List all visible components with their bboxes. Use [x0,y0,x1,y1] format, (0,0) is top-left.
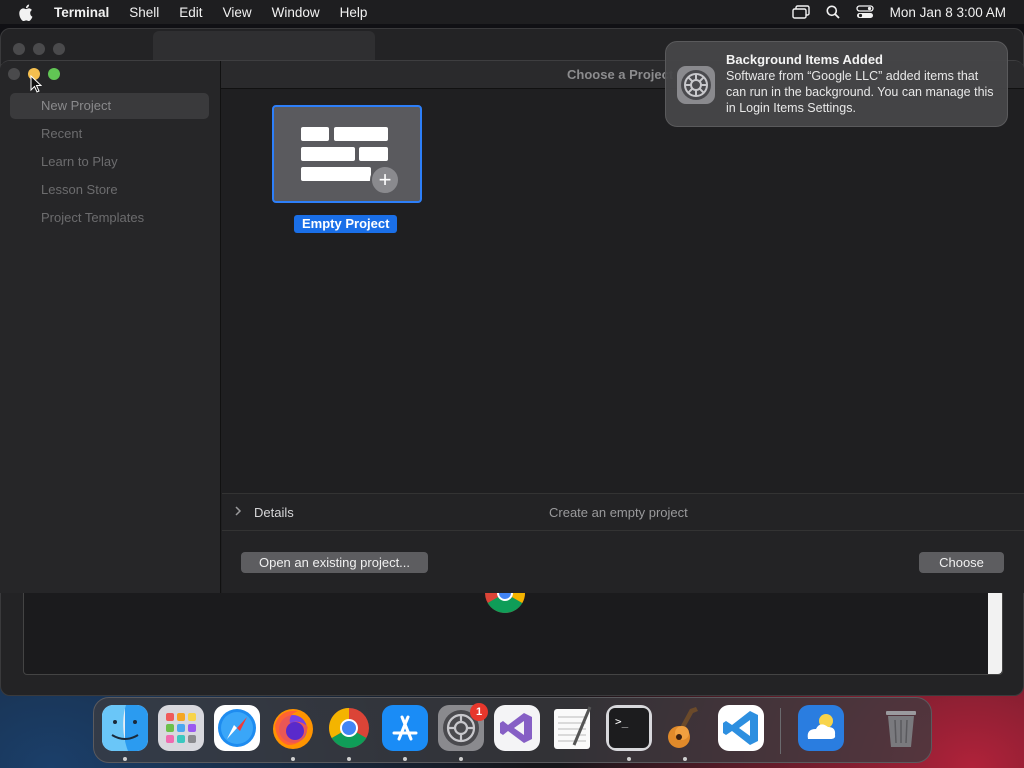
sidebar-item-recent[interactable]: Recent [10,121,209,147]
details-bar: Details Create an empty project [222,493,1024,531]
running-indicator [403,757,407,761]
safari-icon[interactable] [214,705,260,751]
background-items-notification[interactable]: Background Items Added Software from “Go… [665,41,1008,127]
system-settings-gear-icon [677,66,715,104]
chevron-right-icon[interactable] [234,505,242,520]
bg-minimize-button[interactable] [33,43,45,55]
trash-icon[interactable] [878,705,924,751]
plus-icon: + [370,165,400,195]
template-description: Create an empty project [549,505,688,520]
dock: 1 >_ [93,697,932,763]
sidebar-item-lesson-store[interactable]: Lesson Store [10,177,209,203]
chrome-icon[interactable] [326,705,372,751]
menu-window[interactable]: Window [272,5,320,20]
menu-bar: Terminal Shell Edit View Window Help Mon… [0,0,1024,24]
close-button[interactable] [8,68,20,80]
template-block [301,147,355,161]
spotlight-search-icon[interactable] [826,5,840,19]
running-indicator [347,757,351,761]
notification-badge: 1 [470,703,488,721]
app-store-icon[interactable] [382,705,428,751]
choose-project-dialog: Choose a Project New Project Recent Lear… [0,60,1024,593]
details-toggle[interactable]: Details [254,505,294,520]
apple-icon[interactable] [18,4,38,21]
dock-separator [780,708,781,754]
chrome-logo-icon [484,590,526,614]
template-block [334,127,388,141]
maximize-button[interactable] [48,68,60,80]
finder-icon[interactable] [102,705,148,751]
template-block [301,167,371,181]
running-indicator [683,757,687,761]
sidebar-item-learn-to-play[interactable]: Learn to Play [10,149,209,175]
empty-project-label[interactable]: Empty Project [294,215,398,233]
weather-icon[interactable] [798,705,844,751]
visual-studio-icon[interactable] [494,705,540,751]
running-indicator [627,757,631,761]
textedit-icon[interactable] [550,705,596,751]
running-indicator [459,757,463,761]
terminal-icon[interactable]: >_ [606,705,652,751]
dialog-title: Choose a Project [567,67,674,82]
sidebar-item-project-templates[interactable]: Project Templates [10,205,209,231]
running-indicator [123,757,127,761]
garageband-icon[interactable] [662,705,708,751]
bg-maximize-button[interactable] [53,43,65,55]
running-indicator [291,757,295,761]
menu-view[interactable]: View [223,5,252,20]
template-block [359,147,388,161]
menu-help[interactable]: Help [340,5,368,20]
menu-app-name[interactable]: Terminal [54,5,109,20]
mouse-pointer-icon [30,74,43,98]
svg-text:>_: >_ [615,715,629,728]
open-existing-project-button[interactable]: Open an existing project... [241,552,428,573]
project-sidebar: New Project Recent Learn to Play Lesson … [0,61,221,593]
bg-close-button[interactable] [13,43,25,55]
notification-body: Software from “Google LLC” added items t… [726,69,994,115]
template-block [301,127,329,141]
vscode-icon[interactable] [718,705,764,751]
empty-project-template-card[interactable]: + [272,105,422,203]
control-center-icon[interactable] [856,5,874,19]
menu-bar-clock[interactable]: Mon Jan 8 3:00 AM [890,5,1006,20]
screen-mirroring-icon[interactable] [791,5,810,19]
firefox-icon[interactable] [270,705,316,751]
terminal-tab[interactable] [153,31,375,61]
dialog-footer: Open an existing project... Choose [222,531,1024,593]
launchpad-icon[interactable] [158,705,204,751]
menu-shell[interactable]: Shell [129,5,159,20]
scrollbar[interactable] [988,590,1002,674]
menu-edit[interactable]: Edit [179,5,202,20]
notification-title: Background Items Added [726,52,883,67]
template-grid: + Empty Project [222,89,1024,493]
choose-button[interactable]: Choose [919,552,1004,573]
